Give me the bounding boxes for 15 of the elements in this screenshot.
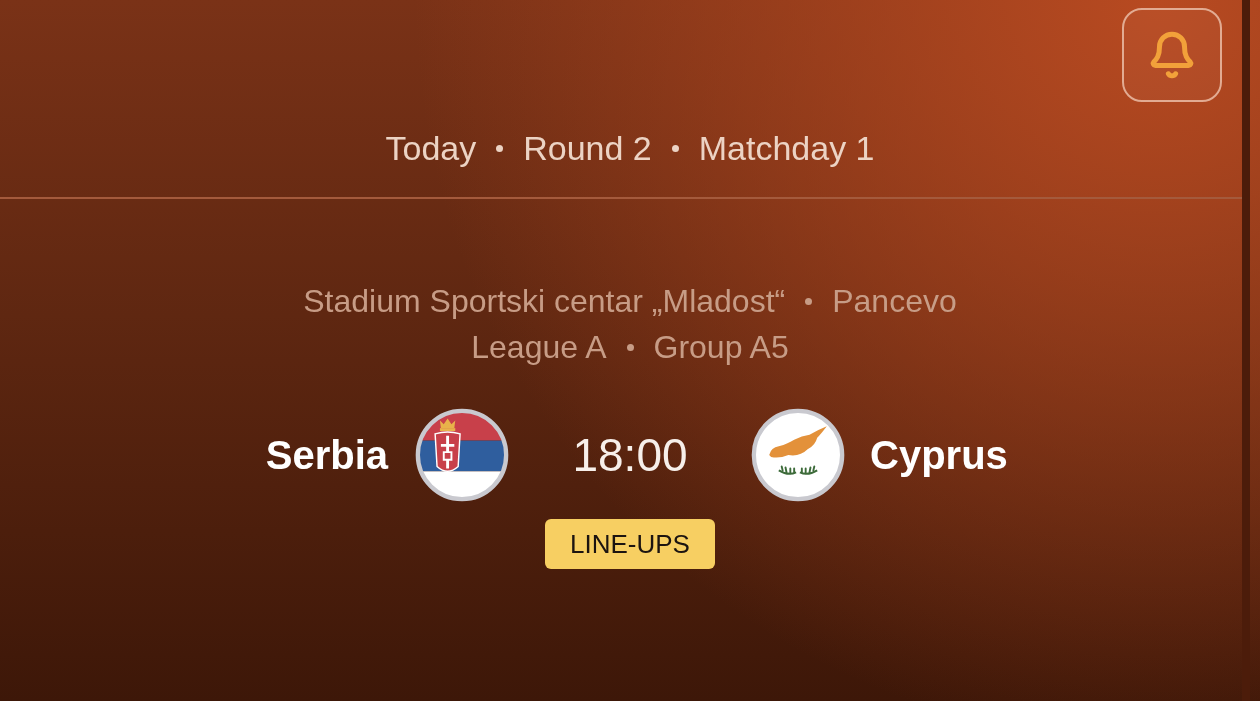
- kickoff-time: 18:00: [572, 428, 688, 482]
- competition-text: Group A5: [653, 328, 789, 367]
- match-info-text: Round 2: [523, 128, 652, 168]
- flag-icon: [750, 407, 846, 503]
- flag-icon: [414, 407, 510, 503]
- match-info-text: Matchday 1: [698, 128, 875, 168]
- lineups-button[interactable]: LINE-UPS: [545, 519, 715, 569]
- team-name: Serbia: [265, 432, 388, 479]
- competition-text: League A: [471, 328, 607, 367]
- venue-text: Stadium Sportski centar „Mladost“: [303, 282, 786, 321]
- team-name: Cyprus: [870, 432, 1008, 479]
- scroll-bar[interactable]: [1242, 0, 1250, 701]
- match-info-text: Today: [385, 128, 477, 168]
- notification-button[interactable]: [1122, 8, 1222, 102]
- venue-text: Pancevo: [832, 282, 957, 321]
